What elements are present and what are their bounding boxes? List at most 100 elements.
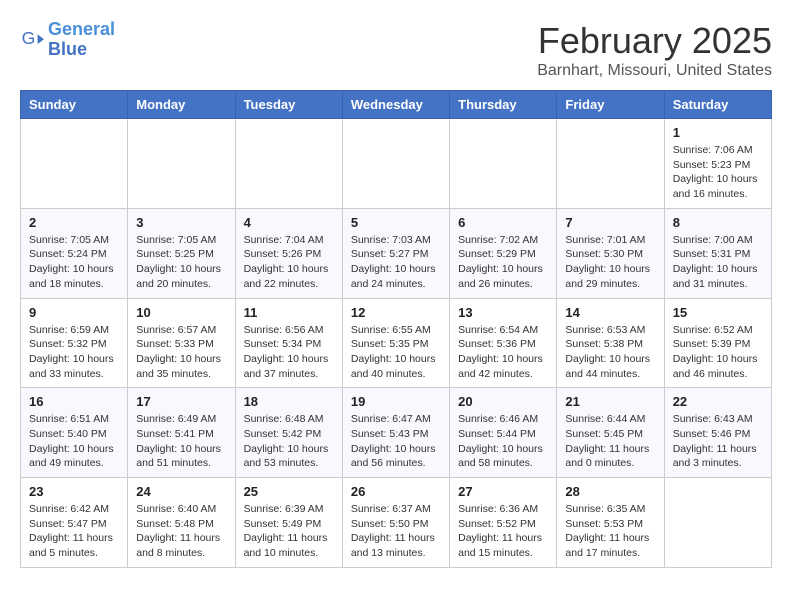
weekday-header-monday: Monday — [128, 91, 235, 119]
calendar-cell: 16 Sunrise: 6:51 AM Sunset: 5:40 PM Dayli… — [21, 388, 128, 478]
day-info: Sunrise: 7:02 AM Sunset: 5:29 PM Dayligh… — [458, 233, 548, 292]
day-info: Sunrise: 6:37 AM Sunset: 5:50 PM Dayligh… — [351, 502, 441, 561]
day-number: 16 — [29, 394, 119, 409]
day-number: 3 — [136, 215, 226, 230]
day-info: Sunrise: 7:03 AM Sunset: 5:27 PM Dayligh… — [351, 233, 441, 292]
day-number: 12 — [351, 305, 441, 320]
weekday-header-saturday: Saturday — [664, 91, 771, 119]
day-info: Sunrise: 6:48 AM Sunset: 5:42 PM Dayligh… — [244, 412, 334, 471]
day-number: 26 — [351, 484, 441, 499]
day-number: 11 — [244, 305, 334, 320]
day-number: 23 — [29, 484, 119, 499]
day-number: 17 — [136, 394, 226, 409]
day-info: Sunrise: 7:06 AM Sunset: 5:23 PM Dayligh… — [673, 143, 763, 202]
day-info: Sunrise: 6:59 AM Sunset: 5:32 PM Dayligh… — [29, 323, 119, 382]
calendar-cell: 9 Sunrise: 6:59 AM Sunset: 5:32 PM Daylig… — [21, 298, 128, 388]
day-number: 20 — [458, 394, 548, 409]
calendar-cell: 20 Sunrise: 6:46 AM Sunset: 5:44 PM Dayli… — [450, 388, 557, 478]
calendar-table: SundayMondayTuesdayWednesdayThursdayFrid… — [20, 90, 772, 568]
day-info: Sunrise: 7:01 AM Sunset: 5:30 PM Dayligh… — [565, 233, 655, 292]
title-block: February 2025 Barnhart, Missouri, United… — [537, 20, 772, 80]
logo-icon: G — [20, 28, 44, 52]
calendar-cell: 15 Sunrise: 6:52 AM Sunset: 5:39 PM Dayli… — [664, 298, 771, 388]
calendar-cell: 24Sunrise: 6:40 AM Sunset: 5:48 PM Dayli… — [128, 478, 235, 568]
day-number: 9 — [29, 305, 119, 320]
day-number: 6 — [458, 215, 548, 230]
calendar-cell: 22Sunrise: 6:43 AM Sunset: 5:46 PM Dayli… — [664, 388, 771, 478]
location-title: Barnhart, Missouri, United States — [537, 62, 772, 80]
day-info: Sunrise: 6:44 AM Sunset: 5:45 PM Dayligh… — [565, 412, 655, 471]
day-number: 24 — [136, 484, 226, 499]
calendar-header: SundayMondayTuesdayWednesdayThursdayFrid… — [21, 91, 772, 119]
day-number: 18 — [244, 394, 334, 409]
week-row-2: 2Sunrise: 7:05 AM Sunset: 5:24 PM Daylig… — [21, 208, 772, 298]
page-header: G General Blue February 2025 Barnhart, M… — [20, 20, 772, 80]
calendar-cell: 26 Sunrise: 6:37 AM Sunset: 5:50 PM Dayli… — [342, 478, 449, 568]
week-row-5: 23 Sunrise: 6:42 AM Sunset: 5:47 PM Dayli… — [21, 478, 772, 568]
calendar-cell: 19 Sunrise: 6:47 AM Sunset: 5:43 PM Dayli… — [342, 388, 449, 478]
svg-text:G: G — [22, 28, 36, 48]
day-number: 28 — [565, 484, 655, 499]
day-info: Sunrise: 6:52 AM Sunset: 5:39 PM Dayligh… — [673, 323, 763, 382]
day-info: Sunrise: 7:05 AM Sunset: 5:25 PM Dayligh… — [136, 233, 226, 292]
day-info: Sunrise: 6:53 AM Sunset: 5:38 PM Dayligh… — [565, 323, 655, 382]
day-info: Sunrise: 6:57 AM Sunset: 5:33 PM Dayligh… — [136, 323, 226, 382]
day-number: 1 — [673, 125, 763, 140]
day-number: 15 — [673, 305, 763, 320]
calendar-cell: 14Sunrise: 6:53 AM Sunset: 5:38 PM Dayli… — [557, 298, 664, 388]
weekday-header-sunday: Sunday — [21, 91, 128, 119]
calendar-cell: 3 Sunrise: 7:05 AM Sunset: 5:25 PM Daylig… — [128, 208, 235, 298]
month-title: February 2025 — [537, 20, 772, 62]
weekday-header-tuesday: Tuesday — [235, 91, 342, 119]
calendar-cell: 18 Sunrise: 6:48 AM Sunset: 5:42 PM Dayli… — [235, 388, 342, 478]
day-info: Sunrise: 6:49 AM Sunset: 5:41 PM Dayligh… — [136, 412, 226, 471]
day-number: 19 — [351, 394, 441, 409]
calendar-cell — [557, 119, 664, 209]
day-info: Sunrise: 6:56 AM Sunset: 5:34 PM Dayligh… — [244, 323, 334, 382]
day-number: 5 — [351, 215, 441, 230]
day-number: 25 — [244, 484, 334, 499]
day-info: Sunrise: 7:05 AM Sunset: 5:24 PM Dayligh… — [29, 233, 119, 292]
calendar-cell — [128, 119, 235, 209]
day-info: Sunrise: 6:35 AM Sunset: 5:53 PM Dayligh… — [565, 502, 655, 561]
weekday-header-wednesday: Wednesday — [342, 91, 449, 119]
day-number: 4 — [244, 215, 334, 230]
day-info: Sunrise: 7:00 AM Sunset: 5:31 PM Dayligh… — [673, 233, 763, 292]
weekday-header-thursday: Thursday — [450, 91, 557, 119]
week-row-4: 16 Sunrise: 6:51 AM Sunset: 5:40 PM Dayli… — [21, 388, 772, 478]
calendar-cell: 4 Sunrise: 7:04 AM Sunset: 5:26 PM Daylig… — [235, 208, 342, 298]
calendar-cell: 13 Sunrise: 6:54 AM Sunset: 5:36 PM Dayli… — [450, 298, 557, 388]
calendar-cell: 5 Sunrise: 7:03 AM Sunset: 5:27 PM Daylig… — [342, 208, 449, 298]
calendar-cell: 8Sunrise: 7:00 AM Sunset: 5:31 PM Daylig… — [664, 208, 771, 298]
calendar-cell — [664, 478, 771, 568]
calendar-cell: 2Sunrise: 7:05 AM Sunset: 5:24 PM Daylig… — [21, 208, 128, 298]
calendar-cell: 21 Sunrise: 6:44 AM Sunset: 5:45 PM Dayli… — [557, 388, 664, 478]
day-info: Sunrise: 6:46 AM Sunset: 5:44 PM Dayligh… — [458, 412, 548, 471]
day-info: Sunrise: 6:36 AM Sunset: 5:52 PM Dayligh… — [458, 502, 548, 561]
logo: G General Blue — [20, 20, 115, 60]
logo-text: General Blue — [48, 20, 115, 60]
calendar-cell — [342, 119, 449, 209]
day-info: Sunrise: 6:42 AM Sunset: 5:47 PM Dayligh… — [29, 502, 119, 561]
day-info: Sunrise: 6:55 AM Sunset: 5:35 PM Dayligh… — [351, 323, 441, 382]
day-number: 7 — [565, 215, 655, 230]
calendar-cell: 17 Sunrise: 6:49 AM Sunset: 5:41 PM Dayli… — [128, 388, 235, 478]
calendar-cell: 11 Sunrise: 6:56 AM Sunset: 5:34 PM Dayli… — [235, 298, 342, 388]
week-row-3: 9 Sunrise: 6:59 AM Sunset: 5:32 PM Daylig… — [21, 298, 772, 388]
day-info: Sunrise: 6:51 AM Sunset: 5:40 PM Dayligh… — [29, 412, 119, 471]
day-number: 10 — [136, 305, 226, 320]
calendar-cell: 28 Sunrise: 6:35 AM Sunset: 5:53 PM Dayli… — [557, 478, 664, 568]
calendar-cell: 10 Sunrise: 6:57 AM Sunset: 5:33 PM Dayli… — [128, 298, 235, 388]
day-number: 21 — [565, 394, 655, 409]
day-info: Sunrise: 7:04 AM Sunset: 5:26 PM Dayligh… — [244, 233, 334, 292]
day-info: Sunrise: 6:54 AM Sunset: 5:36 PM Dayligh… — [458, 323, 548, 382]
calendar-cell: 1 Sunrise: 7:06 AM Sunset: 5:23 PM Daylig… — [664, 119, 771, 209]
logo-line2: Blue — [48, 39, 87, 59]
weekday-header-friday: Friday — [557, 91, 664, 119]
calendar-cell — [235, 119, 342, 209]
day-info: Sunrise: 6:47 AM Sunset: 5:43 PM Dayligh… — [351, 412, 441, 471]
calendar-cell: 6 Sunrise: 7:02 AM Sunset: 5:29 PM Daylig… — [450, 208, 557, 298]
week-row-1: 1 Sunrise: 7:06 AM Sunset: 5:23 PM Daylig… — [21, 119, 772, 209]
calendar-cell: 12 Sunrise: 6:55 AM Sunset: 5:35 PM Dayli… — [342, 298, 449, 388]
day-number: 13 — [458, 305, 548, 320]
